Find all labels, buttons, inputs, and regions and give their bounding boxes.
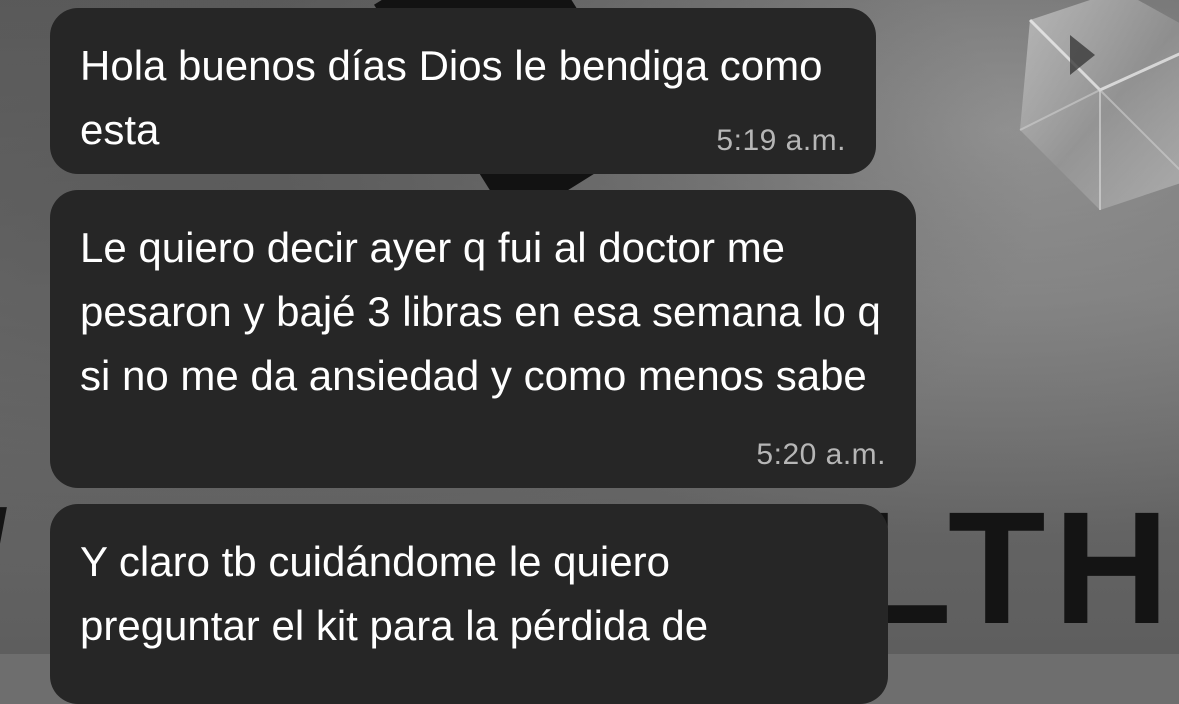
message-bubble[interactable]: Hola buenos días Dios le bendiga como es… xyxy=(50,8,876,174)
message-list[interactable]: Hola buenos días Dios le bendiga como es… xyxy=(0,0,1179,704)
message-bubble[interactable]: Le quiero decir ayer q fui al doctor me … xyxy=(50,190,916,488)
message-bubble[interactable]: Y claro tb cuidándome le quiero pregunta… xyxy=(50,504,888,704)
message-timestamp: 5:19 a.m. xyxy=(716,124,846,157)
message-text: Le quiero decir ayer q fui al doctor me … xyxy=(80,224,881,399)
message-timestamp: 5:20 a.m. xyxy=(756,438,886,471)
message-text: Y claro tb cuidándome le quiero pregunta… xyxy=(80,538,709,649)
